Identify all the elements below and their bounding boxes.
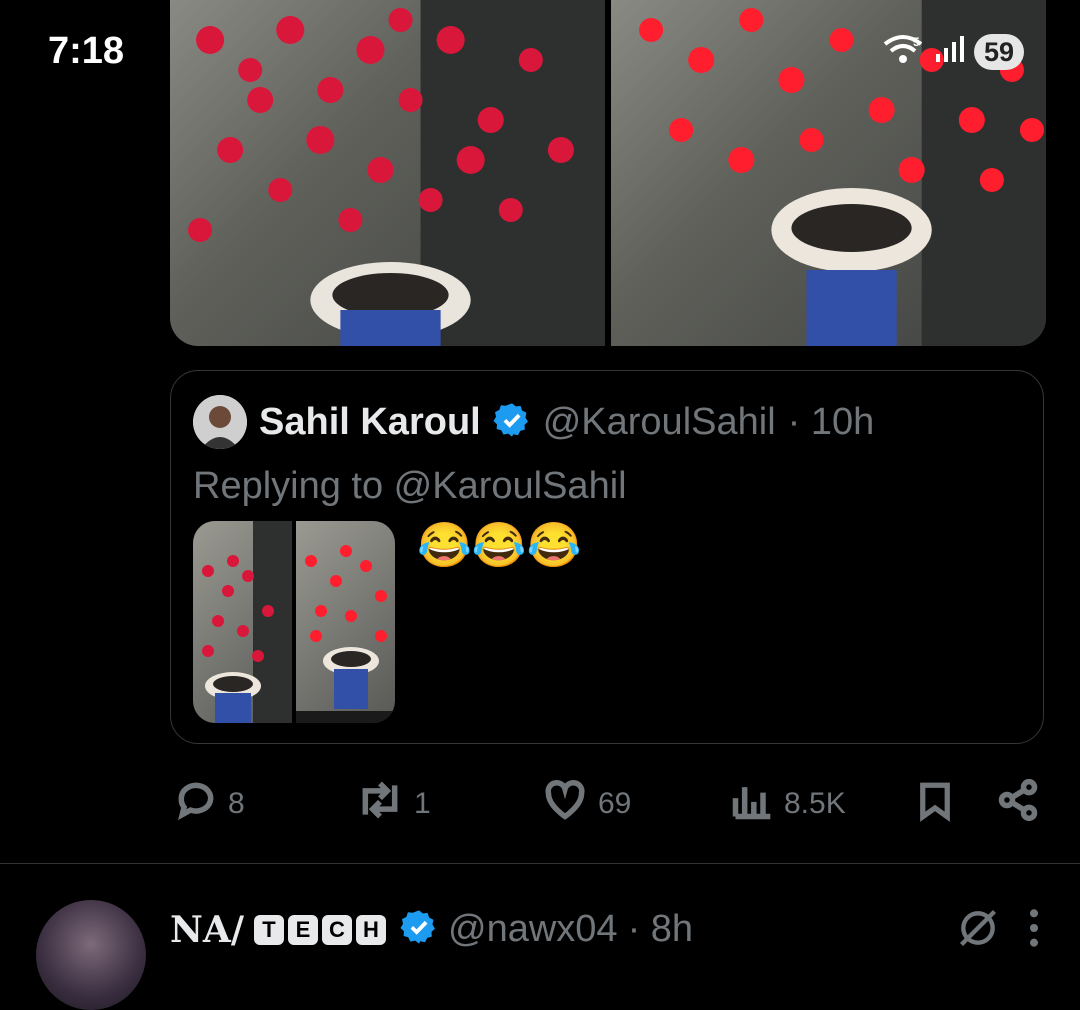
reply-icon bbox=[174, 778, 218, 830]
next-tweet-icons bbox=[956, 906, 1040, 955]
quoted-tweet-header: Sahil Karoul @KaroulSahil · 10h bbox=[193, 395, 874, 449]
system-icons: 5 59 bbox=[882, 32, 1024, 71]
bookmark-icon bbox=[914, 778, 956, 832]
share-icon bbox=[996, 778, 1040, 830]
more-options-icon[interactable] bbox=[1028, 906, 1040, 955]
tech-badge: TECH bbox=[254, 914, 390, 945]
replying-to: Replying to @KaroulSahil bbox=[193, 465, 627, 508]
verified-badge-icon bbox=[493, 401, 531, 444]
svg-text:5: 5 bbox=[913, 35, 920, 49]
wifi-icon: 5 bbox=[882, 32, 924, 71]
views-count: 8.5K bbox=[784, 787, 846, 820]
like-button[interactable]: 69 bbox=[542, 778, 631, 830]
tweet-actions: 8 1 69 8.5K bbox=[170, 778, 1046, 838]
views-button[interactable]: 8.5K bbox=[730, 778, 846, 830]
share-button[interactable] bbox=[996, 778, 1040, 830]
quoted-tweet[interactable]: Sahil Karoul @KaroulSahil · 10h Replying… bbox=[170, 370, 1044, 744]
next-tweet[interactable]: NA/ TECH @nawx04 · 8h bbox=[0, 880, 1080, 1010]
heart-icon bbox=[542, 778, 588, 830]
quoted-author-handle[interactable]: @KaroulSahil bbox=[543, 401, 776, 444]
replying-to-handle[interactable]: @KaroulSahil bbox=[394, 465, 627, 507]
grok-icon[interactable] bbox=[956, 906, 1000, 955]
bookmark-button[interactable] bbox=[914, 778, 956, 832]
quoted-tweet-media[interactable] bbox=[193, 521, 395, 723]
reply-button[interactable]: 8 bbox=[174, 778, 245, 830]
reply-count: 8 bbox=[228, 787, 245, 820]
verified-badge-icon bbox=[400, 908, 438, 951]
quoted-tweet-time: · 10h bbox=[787, 400, 875, 443]
badge-letter: E bbox=[288, 914, 318, 945]
avatar[interactable] bbox=[36, 900, 146, 1010]
quoted-photo-1[interactable] bbox=[193, 521, 292, 723]
avatar[interactable] bbox=[193, 395, 247, 449]
next-tweet-time: · 8h bbox=[627, 908, 694, 950]
battery-indicator: 59 bbox=[973, 33, 1024, 70]
next-author-handle[interactable]: @nawx04 bbox=[448, 908, 618, 951]
repost-count: 1 bbox=[414, 787, 431, 820]
next-author-name[interactable]: NA/ bbox=[170, 909, 244, 951]
replying-to-prefix: Replying to bbox=[193, 465, 394, 507]
next-tweet-header: NA/ TECH @nawx04 · 8h bbox=[170, 908, 693, 951]
badge-letter: C bbox=[322, 914, 352, 945]
analytics-icon bbox=[730, 778, 774, 830]
quoted-photo-2[interactable] bbox=[296, 521, 395, 723]
quoted-author-name[interactable]: Sahil Karoul bbox=[259, 401, 481, 444]
tweet-divider bbox=[0, 863, 1080, 864]
status-bar: 7:18 5 59 bbox=[0, 0, 1080, 100]
badge-letter: T bbox=[254, 914, 284, 945]
repost-button[interactable]: 1 bbox=[356, 778, 431, 830]
repost-icon bbox=[356, 778, 404, 830]
status-time: 7:18 bbox=[48, 30, 125, 72]
like-count: 69 bbox=[598, 787, 632, 820]
badge-letter: H bbox=[356, 914, 386, 945]
quoted-tweet-text: 😂😂😂 bbox=[417, 521, 582, 570]
signal-icon bbox=[934, 34, 964, 69]
